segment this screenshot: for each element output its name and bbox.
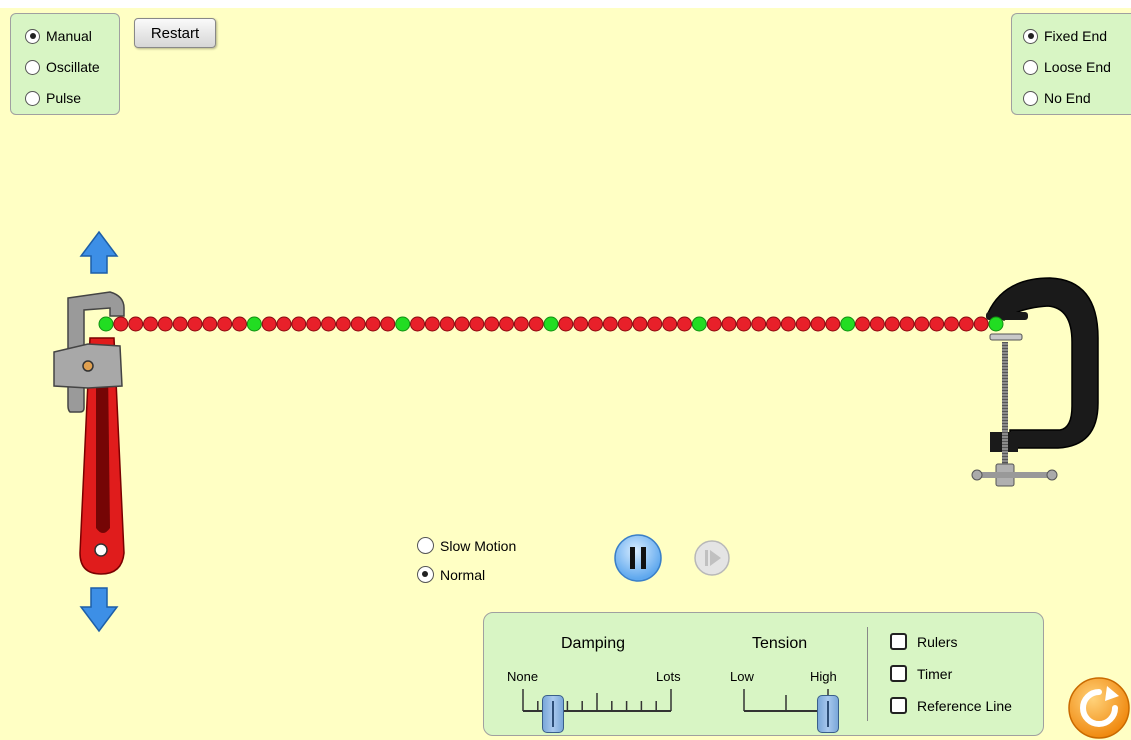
checkbox[interactable]	[890, 697, 907, 714]
string-bead	[424, 316, 440, 332]
c-clamp-icon	[971, 277, 1099, 487]
string-bead	[869, 316, 885, 332]
reset-all-button[interactable]	[1067, 676, 1131, 740]
string-bead	[751, 316, 767, 332]
checkbox-rulers[interactable]: Rulers	[890, 633, 957, 650]
string-bead	[410, 316, 425, 332]
radio-button[interactable]	[417, 537, 434, 554]
string-bead	[321, 316, 336, 332]
string-bead	[929, 316, 945, 332]
string-bead	[528, 316, 544, 332]
string-bead	[276, 316, 292, 332]
damping-title: Damping	[561, 635, 626, 652]
string-bead	[973, 316, 989, 332]
checkbox-timer[interactable]: Timer	[890, 665, 952, 682]
string-bead	[677, 316, 692, 332]
string-bead	[721, 316, 737, 332]
string-bead	[647, 316, 663, 332]
string-bead	[855, 316, 870, 332]
tension-max-label: High	[810, 669, 837, 684]
string-bead	[558, 316, 574, 332]
string-beads	[98, 316, 1004, 332]
settings-panel: Damping None Lots Tension Low High Ruler…	[483, 612, 1044, 736]
string-bead	[128, 316, 144, 332]
simulation-stage: Manual Oscillate Pulse Restart Fixed End…	[0, 8, 1131, 740]
radio-slow-motion[interactable]: Slow Motion	[417, 537, 516, 554]
radio-normal[interactable]: Normal	[417, 566, 485, 583]
string-bead	[350, 316, 366, 332]
tension-slider-thumb[interactable]	[817, 695, 839, 733]
string-bead	[499, 316, 514, 332]
string-bead	[484, 316, 500, 332]
string-bead	[261, 316, 277, 332]
string-bead	[602, 316, 618, 332]
string-bead-green	[988, 316, 1004, 332]
string-bead	[217, 316, 233, 332]
string-bead	[291, 316, 307, 332]
string-bead	[573, 316, 589, 332]
string-bead	[736, 316, 752, 332]
string-bead	[632, 316, 648, 332]
string-bead-green	[543, 316, 559, 332]
string-bead	[899, 316, 915, 332]
string-bead	[944, 316, 959, 332]
radio-label: Normal	[440, 566, 486, 583]
up-arrow-icon[interactable]	[79, 230, 119, 274]
string-bead	[617, 316, 633, 332]
panel-divider	[867, 627, 868, 721]
string-bead	[662, 316, 678, 332]
checkbox-label: Timer	[917, 665, 953, 682]
string-bead	[513, 316, 529, 332]
checkbox-label: Rulers	[917, 633, 958, 650]
string-bead-green	[98, 316, 114, 332]
checkbox[interactable]	[890, 633, 907, 650]
string-bead	[958, 316, 974, 332]
pause-button[interactable]	[613, 533, 663, 583]
string-bead	[439, 316, 455, 332]
string-bead	[469, 316, 485, 332]
string-bead	[157, 316, 173, 332]
string-bead-green	[395, 316, 411, 332]
string-bead-green	[691, 316, 707, 332]
string-bead	[306, 316, 322, 332]
down-arrow-icon[interactable]	[79, 587, 119, 633]
damping-slider-thumb[interactable]	[541, 695, 564, 733]
string-bead	[113, 316, 129, 332]
damping-min-label: None	[507, 669, 539, 684]
tension-min-label: Low	[730, 669, 754, 684]
string-bead	[884, 316, 900, 332]
step-forward-button[interactable]	[693, 539, 731, 577]
string-bead	[795, 316, 811, 332]
radio-button[interactable]	[417, 566, 434, 583]
string-bead	[706, 316, 722, 332]
wrench-icon[interactable]	[53, 291, 125, 575]
string-bead	[588, 316, 603, 332]
string-bead	[766, 316, 781, 332]
tension-title: Tension	[752, 635, 808, 652]
string-bead-green	[840, 316, 856, 332]
string-bead	[380, 316, 396, 332]
string-bead	[454, 316, 470, 332]
string-bead	[232, 316, 247, 332]
string-bead-green	[246, 316, 262, 332]
string-bead	[187, 316, 203, 332]
damping-max-label: Lots	[656, 669, 681, 684]
string-bead	[780, 316, 796, 332]
checkbox[interactable]	[890, 665, 907, 682]
string-bead	[172, 316, 188, 332]
string-bead	[825, 316, 841, 332]
string-bead	[335, 316, 351, 332]
string-bead	[143, 316, 158, 332]
radio-label: Slow Motion	[440, 537, 517, 554]
checkbox-reference-line[interactable]: Reference Line	[890, 697, 1012, 714]
string-bead	[365, 316, 381, 332]
checkbox-label: Reference Line	[917, 697, 1012, 714]
string-bead	[810, 316, 826, 332]
string-bead	[202, 316, 218, 332]
string-bead	[914, 316, 930, 332]
